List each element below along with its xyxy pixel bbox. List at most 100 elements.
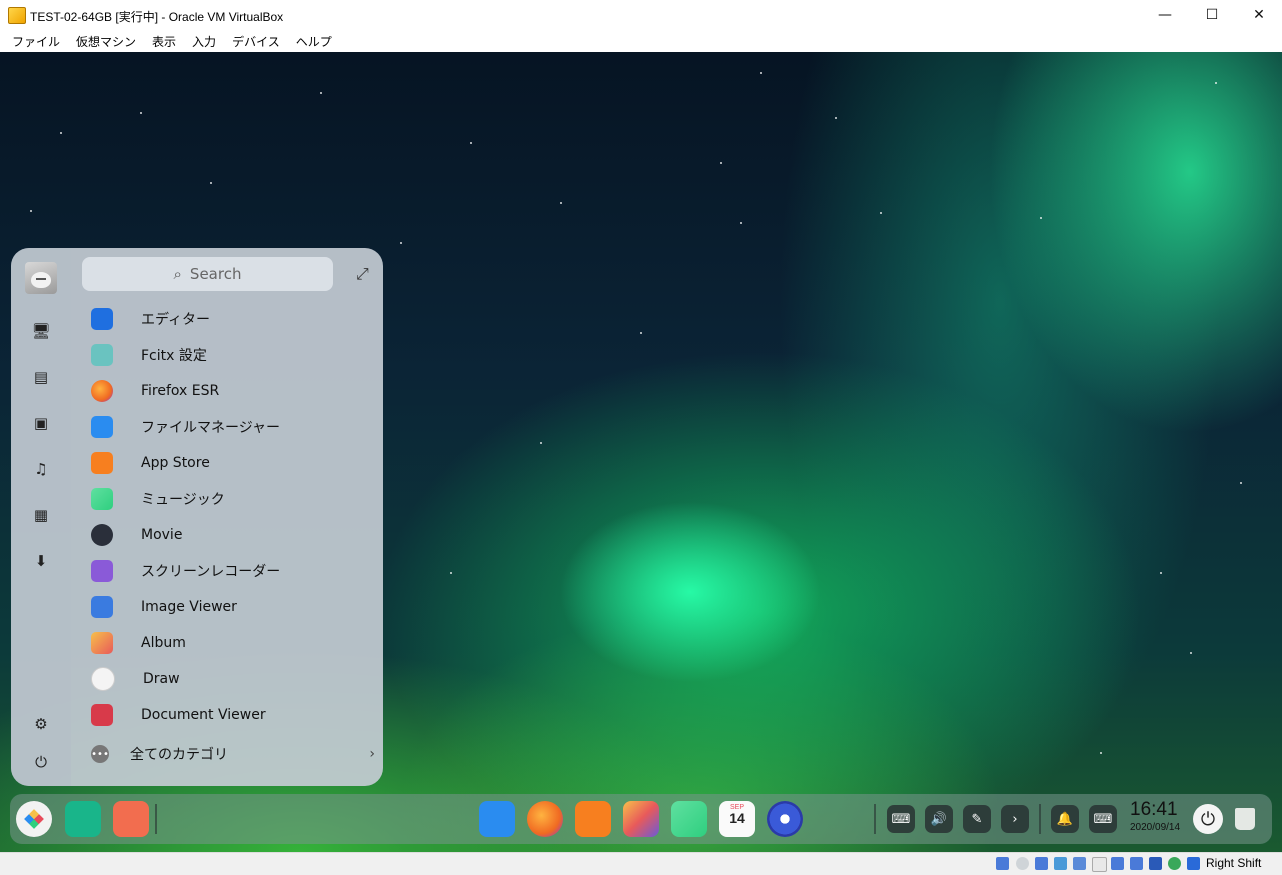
file-manager-icon[interactable]	[479, 801, 515, 837]
star	[470, 142, 472, 144]
menu-file[interactable]: ファイル	[4, 33, 68, 50]
optical-drive-icon[interactable]	[1016, 857, 1029, 870]
star	[1100, 752, 1102, 754]
star	[880, 212, 882, 214]
launcher-glyph	[24, 809, 44, 829]
videos-icon[interactable]: ▦	[29, 503, 53, 527]
fullscreen-toggle-icon[interactable]: ⤢	[356, 264, 369, 284]
power-icon[interactable]: ⏻	[29, 750, 53, 774]
app-item-draw[interactable]: Draw	[91, 661, 381, 697]
document-viewer-icon	[91, 704, 113, 726]
user-avatar[interactable]	[25, 262, 57, 294]
calendar-icon[interactable]: SEP 14	[719, 801, 755, 837]
onscreen-keyboard-icon[interactable]: ⌨	[887, 805, 915, 833]
notification-icon[interactable]: 🔔	[1051, 805, 1079, 833]
music-icon[interactable]	[671, 801, 707, 837]
all-categories-label: 全てのカテゴリ	[130, 747, 228, 763]
app-label: ミュージック	[141, 492, 225, 508]
menu-machine[interactable]: 仮想マシン	[68, 33, 144, 50]
app-item-editor[interactable]: エディター	[91, 301, 381, 337]
downloads-icon[interactable]: ⬇	[29, 549, 53, 573]
workspace-icon[interactable]	[113, 801, 149, 837]
usb-icon[interactable]	[1073, 857, 1086, 870]
recording-icon[interactable]	[1130, 857, 1143, 870]
app-label: Document Viewer	[141, 707, 266, 723]
launcher-sidebar: 🖥 ▤ ▣ ♫ ▦ ⬇ ⚙ ⏻	[11, 248, 71, 786]
dock: SEP 14 ⌨ 🔊 ✎ › 🔔 ⌨ 16:41 2020/09/14 ⏻	[10, 794, 1272, 844]
pictures-icon[interactable]: ▣	[29, 411, 53, 435]
trash-body	[1235, 808, 1255, 830]
app-item-document-viewer[interactable]: Document Viewer	[91, 697, 381, 733]
documents-icon[interactable]: ▤	[29, 365, 53, 389]
multitask-view-icon[interactable]	[65, 801, 101, 837]
power-button-icon[interactable]: ⏻	[1193, 804, 1223, 834]
clock-date[interactable]: 2020/09/14	[1130, 822, 1180, 833]
star	[30, 210, 32, 212]
app-label: App Store	[141, 455, 210, 471]
vm-statusbar: Right Shift	[0, 852, 1282, 875]
volume-icon[interactable]: 🔊	[925, 805, 953, 833]
hard-disk-icon[interactable]	[996, 857, 1009, 870]
calendar-day: 14	[729, 810, 745, 826]
host-key-label: Right Shift	[1206, 856, 1262, 870]
network-icon[interactable]	[1054, 857, 1067, 870]
app-item-image-viewer[interactable]: Image Viewer	[91, 589, 381, 625]
app-store-icon[interactable]	[575, 801, 611, 837]
search-input[interactable]: ⌕ Search	[82, 257, 333, 291]
menu-devices[interactable]: デバイス	[224, 33, 288, 50]
app-item-file-manager[interactable]: ファイルマネージャー	[91, 409, 381, 445]
star	[210, 182, 212, 184]
star	[1160, 572, 1162, 574]
screenshot-icon[interactable]: ✎	[963, 805, 991, 833]
clock-time[interactable]: 16:41	[1130, 799, 1178, 821]
computer-icon[interactable]: 🖥	[29, 319, 53, 343]
chevron-right-icon: ›	[369, 746, 375, 762]
star	[140, 112, 142, 114]
expand-tray-icon[interactable]: ›	[1001, 805, 1029, 833]
app-item-music[interactable]: ミュージック	[91, 481, 381, 517]
launcher-icon[interactable]	[16, 801, 52, 837]
keyboard-layout-icon[interactable]: ⌨	[1089, 805, 1117, 833]
app-launcher: 🖥 ▤ ▣ ♫ ▦ ⬇ ⚙ ⏻ ⌕ Search ⤢ エディター Fcitx 設…	[11, 248, 383, 786]
app-item-firefox[interactable]: Firefox ESR	[91, 373, 381, 409]
star	[540, 442, 542, 444]
app-label: エディター	[141, 312, 211, 328]
app-item-fcitx[interactable]: Fcitx 設定	[91, 337, 381, 373]
app-label: Movie	[141, 527, 183, 543]
settings-icon[interactable]: ⚙	[29, 712, 53, 736]
menu-input[interactable]: 入力	[184, 33, 224, 50]
music-icon	[91, 488, 113, 510]
app-item-app-store[interactable]: App Store	[91, 445, 381, 481]
minimize-button[interactable]: —	[1142, 0, 1188, 30]
display-icon[interactable]	[1111, 857, 1124, 870]
app-store-icon	[91, 452, 113, 474]
album-icon[interactable]	[623, 801, 659, 837]
mouse-integration-icon[interactable]	[1187, 857, 1200, 870]
app-item-album[interactable]: Album	[91, 625, 381, 661]
guest-desktop[interactable]: 🖥 ▤ ▣ ♫ ▦ ⬇ ⚙ ⏻ ⌕ Search ⤢ エディター Fcitx 設…	[0, 52, 1282, 852]
app-item-screen-recorder[interactable]: スクリーンレコーダー	[91, 553, 381, 589]
dock-separator	[874, 804, 876, 834]
menu-view[interactable]: 表示	[144, 33, 184, 50]
app-label: Firefox ESR	[141, 383, 220, 399]
star	[400, 242, 402, 244]
image-viewer-icon	[91, 596, 113, 618]
star	[1240, 482, 1242, 484]
shared-folders-icon[interactable]	[1092, 857, 1107, 872]
all-categories-item[interactable]: ••• 全てのカテゴリ ›	[91, 740, 381, 768]
maximize-button[interactable]: ☐	[1189, 0, 1235, 30]
music-folder-icon[interactable]: ♫	[29, 457, 53, 481]
trash-icon[interactable]	[1232, 804, 1258, 834]
guest-additions-icon[interactable]	[1168, 857, 1181, 870]
star	[560, 202, 562, 204]
audio-icon[interactable]	[1035, 857, 1048, 870]
star	[1040, 217, 1042, 219]
virtualization-icon[interactable]	[1149, 857, 1162, 870]
control-center-icon[interactable]	[767, 801, 803, 837]
more-icon: •••	[91, 745, 109, 763]
search-icon: ⌕	[173, 265, 182, 283]
firefox-icon[interactable]	[527, 801, 563, 837]
app-item-movie[interactable]: Movie	[91, 517, 381, 553]
close-button[interactable]: ✕	[1236, 0, 1282, 30]
menu-help[interactable]: ヘルプ	[288, 33, 340, 50]
